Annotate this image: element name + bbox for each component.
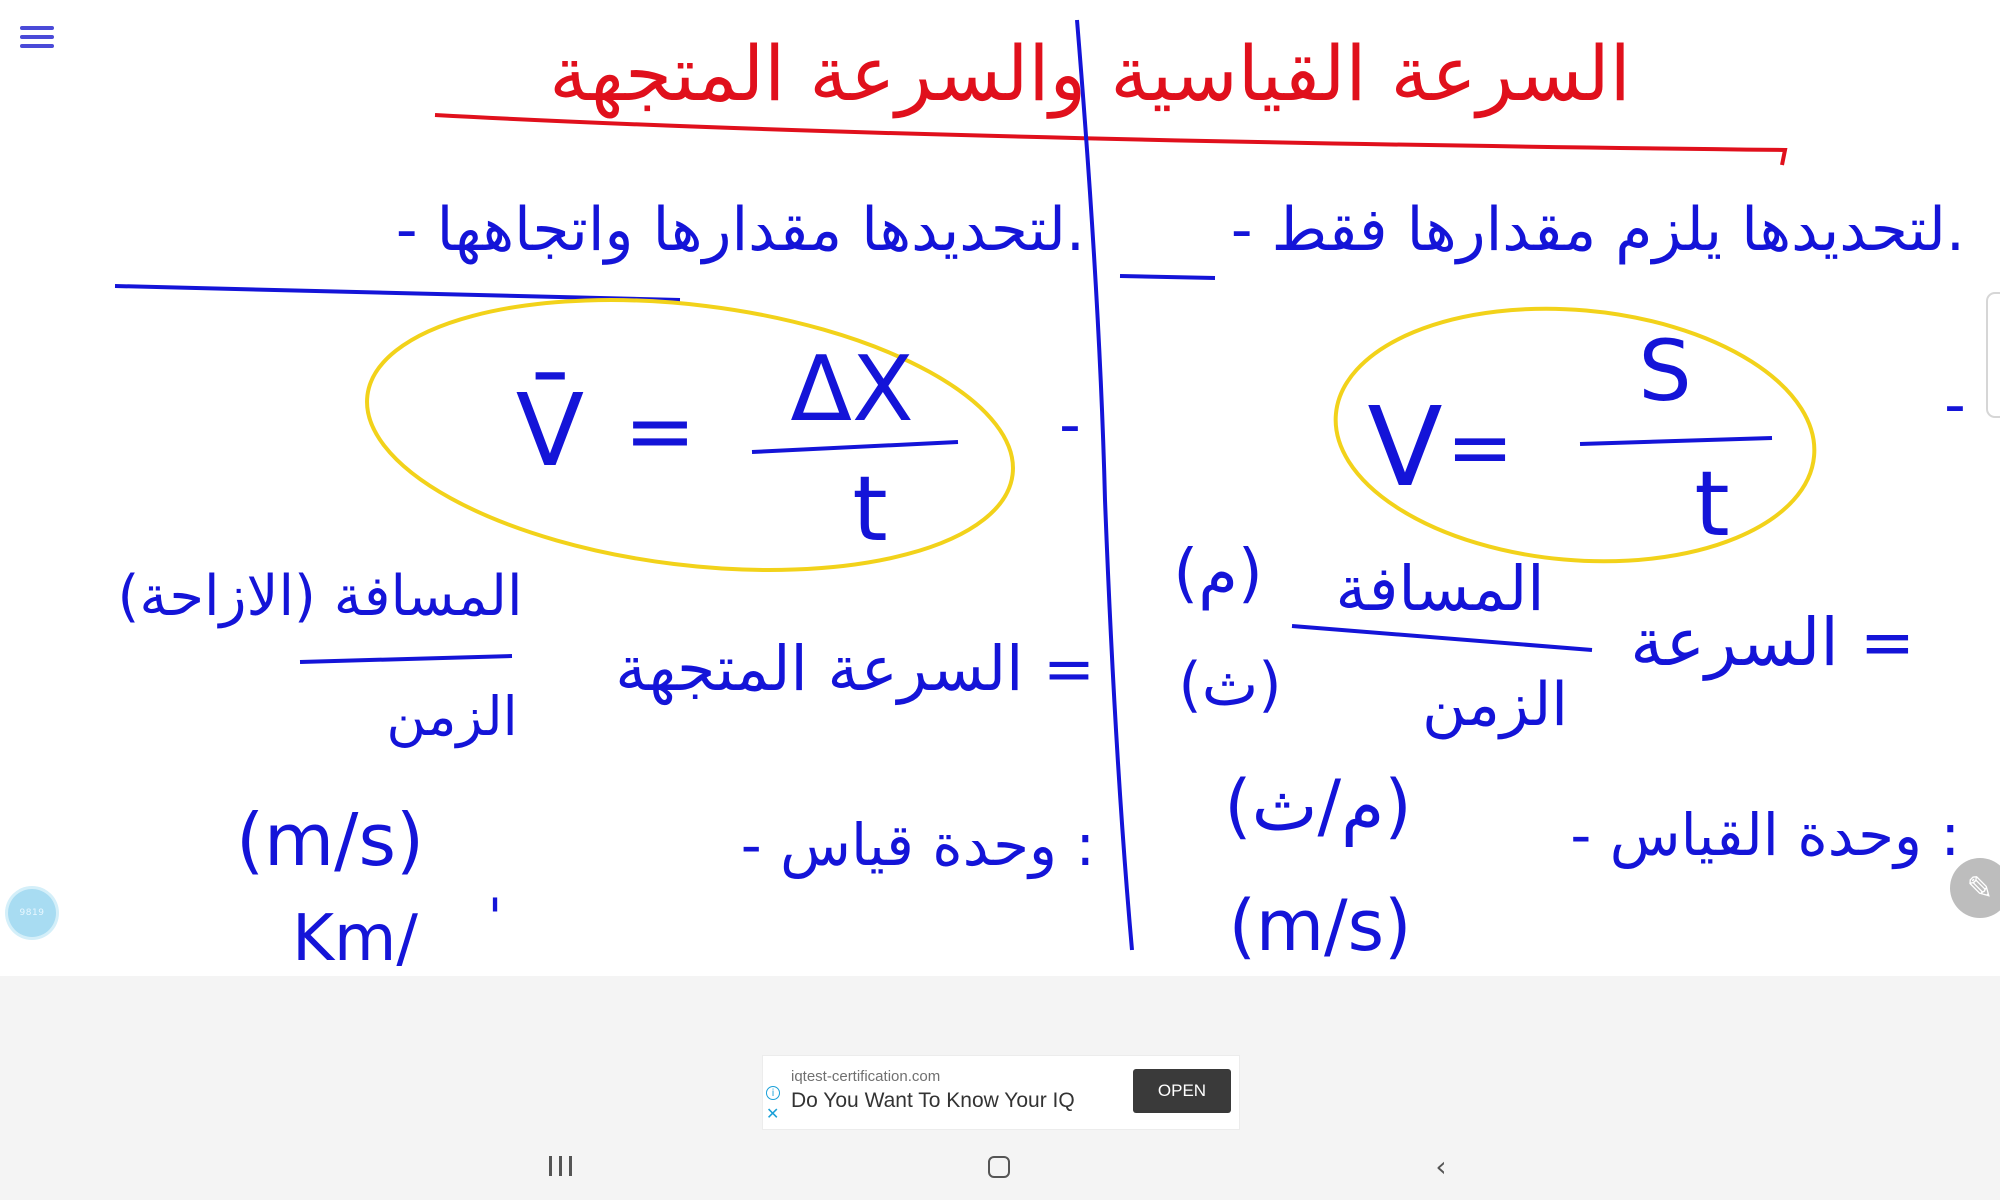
left-note: - لتحديدها مقدارها واتجاهها. xyxy=(396,195,1085,265)
right-formula-symbol: V xyxy=(1367,383,1442,511)
right-unit-label: - وحدة القياس : xyxy=(1570,801,1960,870)
left-formula-denominator: t xyxy=(852,457,887,562)
right-formula-equals: = xyxy=(1446,401,1513,494)
left-unit-value-2: Km/ xyxy=(292,902,418,976)
right-formula-fraction-bar xyxy=(1579,436,1773,446)
right-word-numerator-unit: (م) xyxy=(1173,537,1263,611)
ad-headline[interactable]: Do You Want To Know Your IQ xyxy=(791,1089,1075,1113)
left-note-underline xyxy=(114,284,681,302)
ad-domain: iqtest-certification.com xyxy=(791,1068,941,1085)
right-unit-value-2: (m/s) xyxy=(1229,885,1412,967)
recent-apps-icon[interactable] xyxy=(531,1142,591,1192)
right-note: - لتحديدها يلزم مقدارها فقط. xyxy=(1231,195,1965,265)
left-unit-tick: ' xyxy=(488,888,502,948)
home-icon[interactable] xyxy=(970,1142,1030,1192)
right-note-underline xyxy=(1119,274,1216,280)
left-word-denominator: الزمن xyxy=(386,685,517,748)
left-formula-dash: - xyxy=(1059,390,1081,460)
right-formula-numerator: S xyxy=(1638,322,1691,420)
right-word-fraction-bar xyxy=(1291,624,1593,652)
close-icon[interactable]: ✕ xyxy=(766,1106,779,1122)
right-word-denominator-unit: (ث) xyxy=(1178,650,1281,720)
left-word-result: السرعة المتجهة = xyxy=(615,632,1095,706)
whiteboard-canvas[interactable]: السرعة القياسية والسرعة المتجهة - لتحديد… xyxy=(0,0,2000,976)
right-formula-denominator: t xyxy=(1694,452,1729,557)
title-underline xyxy=(434,113,1788,166)
left-unit-label: - وحدة قياس : xyxy=(741,811,1095,880)
whiteboard-drawing: السرعة القياسية والسرعة المتجهة - لتحديد… xyxy=(114,19,1966,976)
right-word-denominator: الزمن xyxy=(1422,670,1568,740)
right-formula-dash: - xyxy=(1944,370,1966,440)
left-formula-equals: = xyxy=(624,381,696,481)
system-navigation-bar: ‹ xyxy=(0,1134,2000,1200)
right-word-numerator: المسافة xyxy=(1335,552,1544,625)
hamburger-menu-icon[interactable] xyxy=(14,20,60,54)
right-unit-value: (م/ث) xyxy=(1224,765,1411,847)
left-word-numerator: المسافة (الازاحة) xyxy=(117,564,522,629)
left-unit-value: (m/s) xyxy=(236,798,424,882)
side-panel-handle[interactable] xyxy=(1986,292,2000,418)
ad-banner[interactable]: i ✕ iqtest-certification.com Do You Want… xyxy=(762,1055,1240,1130)
ad-open-button[interactable]: OPEN xyxy=(1133,1069,1231,1113)
floating-bubble-button[interactable]: 9819 xyxy=(8,889,56,937)
info-icon[interactable]: i xyxy=(766,1086,780,1100)
left-formula-numerator: ΔX xyxy=(790,337,913,442)
whiteboard-title: السرعة القياسية والسرعة المتجهة xyxy=(549,29,1631,119)
floating-bubble-label: 9819 xyxy=(19,908,45,918)
left-formula-fraction-bar xyxy=(751,440,959,454)
left-formula-symbol: V̄ xyxy=(516,372,584,489)
left-word-fraction-bar xyxy=(299,654,513,664)
right-word-result: السرعة = xyxy=(1630,604,1915,681)
back-icon[interactable]: ‹ xyxy=(1411,1142,1471,1192)
